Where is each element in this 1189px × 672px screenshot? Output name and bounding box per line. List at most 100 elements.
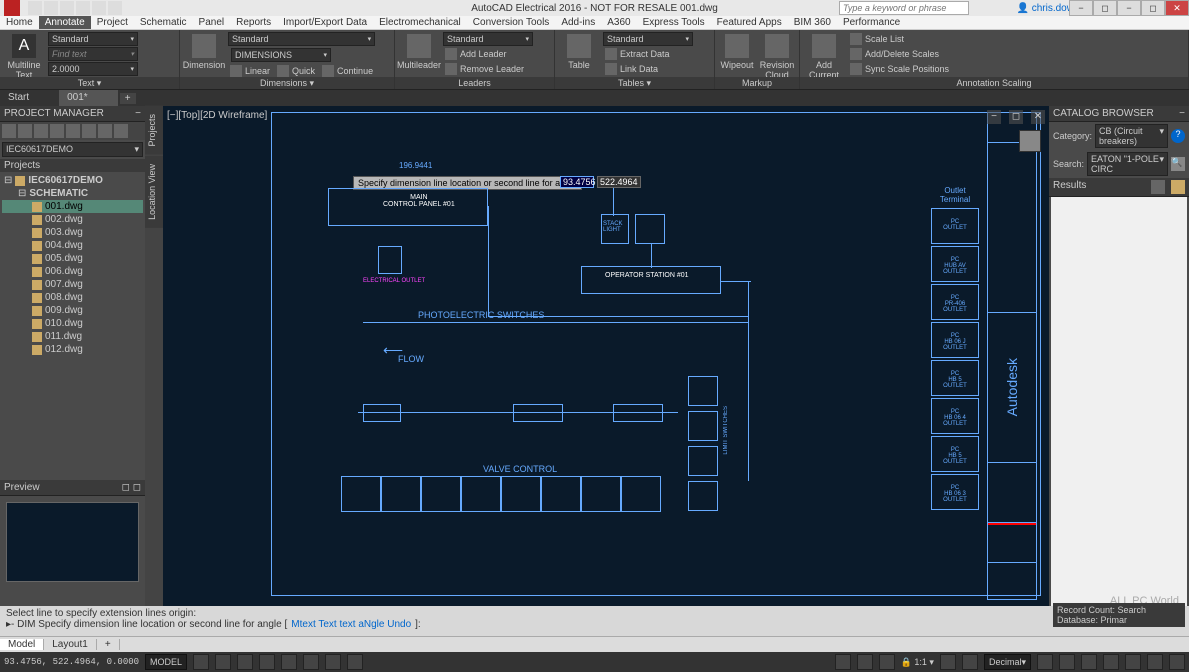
- dynamic-input[interactable]: 93.4756: [560, 176, 594, 188]
- view-cube[interactable]: [1019, 130, 1041, 152]
- status-tool-icon[interactable]: [940, 654, 956, 670]
- transparency-toggle-icon[interactable]: [347, 654, 363, 670]
- grid-toggle-icon[interactable]: [193, 654, 209, 670]
- pm-tool-icon[interactable]: [50, 124, 64, 138]
- vp-maximize-icon[interactable]: ◻: [1009, 110, 1023, 124]
- table-style-select[interactable]: Standard: [603, 32, 693, 46]
- ortho-toggle-icon[interactable]: [237, 654, 253, 670]
- results-tool-icon[interactable]: [1151, 180, 1165, 194]
- qat-undo-icon[interactable]: [76, 1, 90, 15]
- otrack-toggle-icon[interactable]: [303, 654, 319, 670]
- add-leader-button[interactable]: Add Leader: [443, 47, 533, 61]
- sync-scale-button[interactable]: Sync Scale Positions: [848, 62, 951, 76]
- status-tool-icon[interactable]: [962, 654, 978, 670]
- lineweight-toggle-icon[interactable]: [325, 654, 341, 670]
- osnap-toggle-icon[interactable]: [281, 654, 297, 670]
- view-label[interactable]: [−][Top][2D Wireframe]: [167, 110, 267, 121]
- tree-file[interactable]: 003.dwg: [2, 226, 143, 239]
- dim-tool3-icon[interactable]: [379, 60, 393, 74]
- drawing-canvas[interactable]: [−][Top][2D Wireframe] − ◻ ✕ Autodesk Ou…: [163, 106, 1049, 606]
- tree-file[interactable]: 001.dwg: [2, 200, 143, 213]
- cmd-current-line[interactable]: ▸- DIM Specify dimension line location o…: [6, 619, 1183, 630]
- continue-dim-button[interactable]: Continue: [320, 64, 375, 78]
- status-tool-icon[interactable]: [1125, 654, 1141, 670]
- tree-file[interactable]: 004.dwg: [2, 239, 143, 252]
- tab-project[interactable]: Project: [91, 16, 134, 29]
- pm-tool-icon[interactable]: [98, 124, 112, 138]
- vp-minimize-icon[interactable]: −: [987, 110, 1001, 124]
- tree-file[interactable]: 011.dwg: [2, 330, 143, 343]
- tab-import-export[interactable]: Import/Export Data: [277, 16, 373, 29]
- dim-style-select[interactable]: Standard: [228, 32, 375, 46]
- tree-file[interactable]: 010.dwg: [2, 317, 143, 330]
- preview-controls-icon[interactable]: ◻ ◻: [122, 482, 141, 493]
- units-select[interactable]: Decimal ▾: [984, 654, 1031, 670]
- pm-tool-icon[interactable]: [82, 124, 96, 138]
- tab-schematic[interactable]: Schematic: [134, 16, 193, 29]
- tab-conversion[interactable]: Conversion Tools: [467, 16, 556, 29]
- tab-annotate[interactable]: Annotate: [39, 16, 91, 29]
- results-edit-icon[interactable]: [1171, 180, 1185, 194]
- app-logo-icon[interactable]: [4, 0, 20, 16]
- vp-close-icon[interactable]: ✕: [1031, 110, 1045, 124]
- help-icon[interactable]: ?: [1171, 129, 1185, 143]
- multileader-button[interactable]: Multileader: [399, 32, 439, 70]
- tab-file-001[interactable]: 001*: [59, 90, 118, 106]
- status-tool-icon[interactable]: [835, 654, 851, 670]
- remove-leader-button[interactable]: Remove Leader: [443, 62, 533, 76]
- qat-save-icon[interactable]: [60, 1, 74, 15]
- new-tab-button[interactable]: +: [120, 93, 136, 104]
- polar-toggle-icon[interactable]: [259, 654, 275, 670]
- tab-bim360[interactable]: BIM 360: [788, 16, 837, 29]
- minimize-button[interactable]: −: [1117, 0, 1141, 16]
- customize-status-icon[interactable]: [1169, 654, 1185, 670]
- tab-reports[interactable]: Reports: [230, 16, 277, 29]
- linear-dim-button[interactable]: Linear: [228, 64, 272, 78]
- project-select[interactable]: IEC60617DEMO▾: [2, 142, 143, 157]
- category-select[interactable]: CB (Circuit breakers)▾: [1095, 124, 1168, 148]
- command-line[interactable]: Select line to specify extension lines o…: [0, 606, 1189, 636]
- status-tool-icon[interactable]: [1059, 654, 1075, 670]
- wipeout-button[interactable]: Wipeout: [719, 32, 755, 70]
- catalog-search-input[interactable]: EATON "1-POLE CIRC▾: [1087, 152, 1168, 176]
- qat-open-icon[interactable]: [44, 1, 58, 15]
- snap-toggle-icon[interactable]: [215, 654, 231, 670]
- leader-style-select[interactable]: Standard: [443, 32, 533, 46]
- tab-a360[interactable]: A360: [601, 16, 636, 29]
- vtab-location[interactable]: Location View: [145, 156, 163, 228]
- tree-file[interactable]: 007.dwg: [2, 278, 143, 291]
- tree-file[interactable]: 012.dwg: [2, 343, 143, 356]
- multiline-text-button[interactable]: AMultiline Text: [4, 32, 44, 80]
- dim-layer-select[interactable]: DIMENSIONS: [231, 48, 331, 62]
- layout1-tab[interactable]: Layout1: [44, 639, 97, 650]
- status-tool-icon[interactable]: [857, 654, 873, 670]
- pm-tool-icon[interactable]: [34, 124, 48, 138]
- text-height-select[interactable]: 2.0000: [48, 62, 138, 76]
- tree-file[interactable]: 008.dwg: [2, 291, 143, 304]
- model-space-button[interactable]: MODEL: [145, 654, 187, 670]
- add-delete-scales-button[interactable]: Add/Delete Scales: [848, 47, 951, 61]
- tab-express[interactable]: Express Tools: [637, 16, 711, 29]
- tree-file[interactable]: 006.dwg: [2, 265, 143, 278]
- add-layout-button[interactable]: +: [97, 639, 120, 650]
- status-tool-icon[interactable]: [879, 654, 895, 670]
- status-tool-icon[interactable]: [1081, 654, 1097, 670]
- find-text-input[interactable]: Find text: [48, 47, 138, 61]
- inner-restore-button[interactable]: ◻: [1093, 0, 1117, 16]
- status-tool-icon[interactable]: [1147, 654, 1163, 670]
- vtab-projects[interactable]: Projects: [145, 106, 163, 155]
- tab-start[interactable]: Start: [0, 90, 59, 106]
- qat-new-icon[interactable]: [28, 1, 42, 15]
- close-button[interactable]: ✕: [1165, 0, 1189, 16]
- tree-project-root[interactable]: ⊟ IEC60617DEMO: [2, 174, 143, 187]
- status-tool-icon[interactable]: [1103, 654, 1119, 670]
- link-data-button[interactable]: Link Data: [603, 62, 693, 76]
- tab-home[interactable]: Home: [0, 16, 39, 29]
- text-style-select[interactable]: Standard: [48, 32, 138, 46]
- dim-tool2-icon[interactable]: [379, 46, 393, 60]
- tab-featured[interactable]: Featured Apps: [711, 16, 788, 29]
- search-go-icon[interactable]: 🔍: [1171, 157, 1185, 171]
- help-search-input[interactable]: [839, 1, 969, 15]
- pm-tool-icon[interactable]: [114, 124, 128, 138]
- qat-print-icon[interactable]: [108, 1, 122, 15]
